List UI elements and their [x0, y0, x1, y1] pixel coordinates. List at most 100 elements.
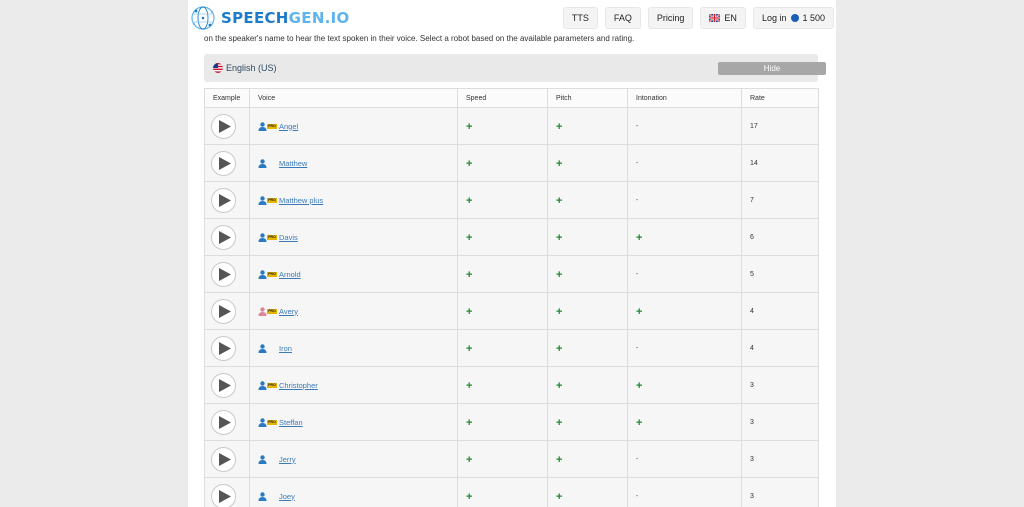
speed-value: + [466, 269, 473, 281]
table-row: PRO Christopher + + + 3 [204, 366, 819, 404]
pitch-value: + [556, 417, 563, 429]
voice-name-link[interactable]: Angel [279, 122, 298, 131]
intonation-value: - [636, 492, 639, 500]
voice-name-link[interactable]: Christopher [279, 381, 318, 390]
intonation-cell: - [627, 329, 742, 367]
intonation-value: - [636, 196, 639, 204]
intonation-value: + [636, 417, 643, 429]
speed-value: + [466, 121, 473, 133]
pitch-cell: + [547, 181, 628, 219]
user-icon [258, 417, 267, 427]
intonation-cell: + [627, 218, 742, 256]
play-button[interactable] [211, 446, 236, 472]
column-header-rate: Rate [741, 88, 819, 108]
rate-cell: 4 [741, 329, 819, 367]
rate-value: 3 [750, 381, 754, 389]
voices-table: Example Voice Speed Pitch Intonation Rat… [204, 88, 819, 507]
play-icon [218, 156, 231, 170]
voice-name-link[interactable]: Matthew [279, 159, 307, 168]
example-cell [204, 477, 250, 507]
speed-value: + [466, 232, 473, 244]
play-button[interactable] [211, 372, 236, 398]
play-icon [218, 341, 231, 355]
play-button[interactable] [211, 113, 236, 139]
pitch-value: + [556, 232, 563, 244]
column-header-example: Example [204, 88, 250, 108]
speed-cell: + [457, 477, 548, 507]
voice-name-link[interactable]: Iron [279, 344, 292, 353]
hide-button[interactable]: Hide [718, 62, 826, 75]
voice-cell: PRO Christopher [249, 366, 458, 404]
play-button[interactable] [211, 335, 236, 361]
play-button[interactable] [211, 261, 236, 287]
us-flag-icon [213, 63, 223, 73]
pro-badge: PRO [267, 197, 277, 203]
voice-cell: PRO Davis [249, 218, 458, 256]
rate-cell: 17 [741, 107, 819, 145]
voice-name-link[interactable]: Jerry [279, 455, 296, 464]
language-switch-button[interactable]: EN [700, 7, 746, 29]
page-container: SPEECHGEN.IO TTS FAQ Pricing EN Log in 1… [188, 0, 836, 507]
play-button[interactable] [211, 224, 236, 250]
intonation-cell: - [627, 144, 742, 182]
rate-cell: 7 [741, 181, 819, 219]
site-header: SPEECHGEN.IO TTS FAQ Pricing EN Log in 1… [188, 0, 836, 36]
user-icon [258, 232, 267, 242]
play-button[interactable] [211, 483, 236, 507]
play-button[interactable] [211, 298, 236, 324]
play-icon [218, 193, 231, 207]
rate-cell: 6 [741, 218, 819, 256]
voice-cell: Joey [249, 477, 458, 507]
login-button[interactable]: Log in 1 500 [752, 7, 834, 29]
pitch-value: + [556, 491, 563, 503]
intonation-cell: + [627, 292, 742, 330]
speed-value: + [466, 195, 473, 207]
pitch-value: + [556, 380, 563, 392]
rate-cell: 3 [741, 477, 819, 507]
play-button[interactable] [211, 150, 236, 176]
speed-value: + [466, 417, 473, 429]
pitch-cell: + [547, 403, 628, 441]
speed-cell: + [457, 292, 548, 330]
globe-logo-icon [191, 6, 215, 30]
speed-value: + [466, 158, 473, 170]
pro-spacer [267, 494, 277, 499]
speed-cell: + [457, 218, 548, 256]
table-row: PRO Davis + + + 6 [204, 218, 819, 256]
pitch-value: + [556, 269, 563, 281]
pro-badge: PRO [267, 419, 277, 425]
speed-cell: + [457, 329, 548, 367]
play-button[interactable] [211, 187, 236, 213]
voice-name-link[interactable]: Davis [279, 233, 298, 242]
logo[interactable]: SPEECHGEN.IO [188, 4, 350, 32]
pitch-cell: + [547, 144, 628, 182]
nav-faq-button[interactable]: FAQ [604, 7, 641, 29]
pitch-value: + [556, 343, 563, 355]
voice-name-link[interactable]: Arnold [279, 270, 301, 279]
pitch-value: + [556, 195, 563, 207]
language-label: English (US) [226, 63, 277, 73]
play-button[interactable] [211, 409, 236, 435]
play-icon [218, 267, 231, 281]
rate-value: 4 [750, 307, 754, 315]
nav-pricing-button[interactable]: Pricing [647, 7, 694, 29]
pro-spacer [267, 346, 277, 351]
voice-name-link[interactable]: Joey [279, 492, 295, 501]
rate-cell: 4 [741, 292, 819, 330]
voice-name-link[interactable]: Avery [279, 307, 298, 316]
voice-cell: Matthew [249, 144, 458, 182]
voice-cell: PRO Steffan [249, 403, 458, 441]
voice-name-link[interactable]: Matthew plus [279, 196, 323, 205]
intonation-cell: + [627, 366, 742, 404]
table-row: PRO Arnold + + - 5 [204, 255, 819, 293]
intonation-value: - [636, 122, 639, 130]
voice-name-link[interactable]: Steffan [279, 418, 303, 427]
table-row: PRO Angel + + - 17 [204, 107, 819, 145]
pitch-cell: + [547, 107, 628, 145]
pro-spacer [267, 457, 277, 462]
pitch-cell: + [547, 292, 628, 330]
user-icon [258, 269, 267, 279]
nav-tts-button[interactable]: TTS [562, 7, 598, 29]
intonation-value: + [636, 232, 643, 244]
pitch-cell: + [547, 440, 628, 478]
